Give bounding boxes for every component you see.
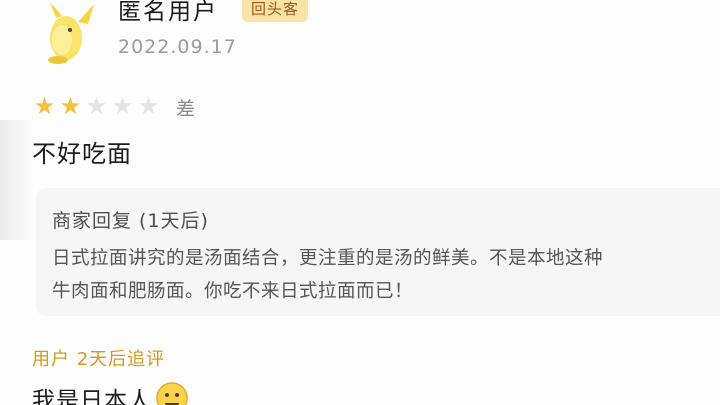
followup-label: 用户 2天后追评	[32, 349, 166, 370]
star-icon: ★	[111, 92, 134, 120]
avatar[interactable]	[36, 0, 102, 66]
returning-customer-badge: 回头客	[242, 0, 309, 22]
review-text: 不好吃面	[32, 140, 132, 168]
star-icon: ★	[85, 92, 108, 120]
star-rating: ★ ★ ★ ★ ★	[32, 94, 161, 118]
followup-review: 我是日本人	[32, 381, 188, 405]
followup-text: 我是日本人	[32, 388, 152, 405]
review-page: 匿名用户 回头客 2022.09.17 ★ ★ ★ ★ ★ 差 不好吃面 商家回…	[0, 0, 720, 405]
rating-label: 差	[176, 98, 196, 120]
merchant-reply-line: 牛肉面和肥肠面。你吃不来日式拉面而已！	[52, 281, 414, 302]
star-icon: ★	[59, 92, 82, 120]
star-icon: ★	[137, 92, 160, 120]
merchant-reply-title: 商家回复 (1天后)	[52, 210, 209, 232]
merchant-reply-line: 日式拉面讲究的是汤面结合，更注重的是汤的鲜美。不是本地这种	[52, 248, 604, 269]
merchant-reply-body: 日式拉面讲究的是汤面结合，更注重的是汤的鲜美。不是本地这种 牛肉面和肥肠面。你吃…	[52, 242, 720, 308]
awkward-face-emoji-icon	[156, 382, 188, 405]
review-date: 2022.09.17	[118, 36, 237, 58]
edge-shadow	[0, 120, 34, 240]
merchant-reply-card: 商家回复 (1天后) 日式拉面讲究的是汤面结合，更注重的是汤的鲜美。不是本地这种…	[36, 188, 720, 316]
star-icon: ★	[33, 92, 56, 120]
user-name[interactable]: 匿名用户	[118, 0, 218, 26]
